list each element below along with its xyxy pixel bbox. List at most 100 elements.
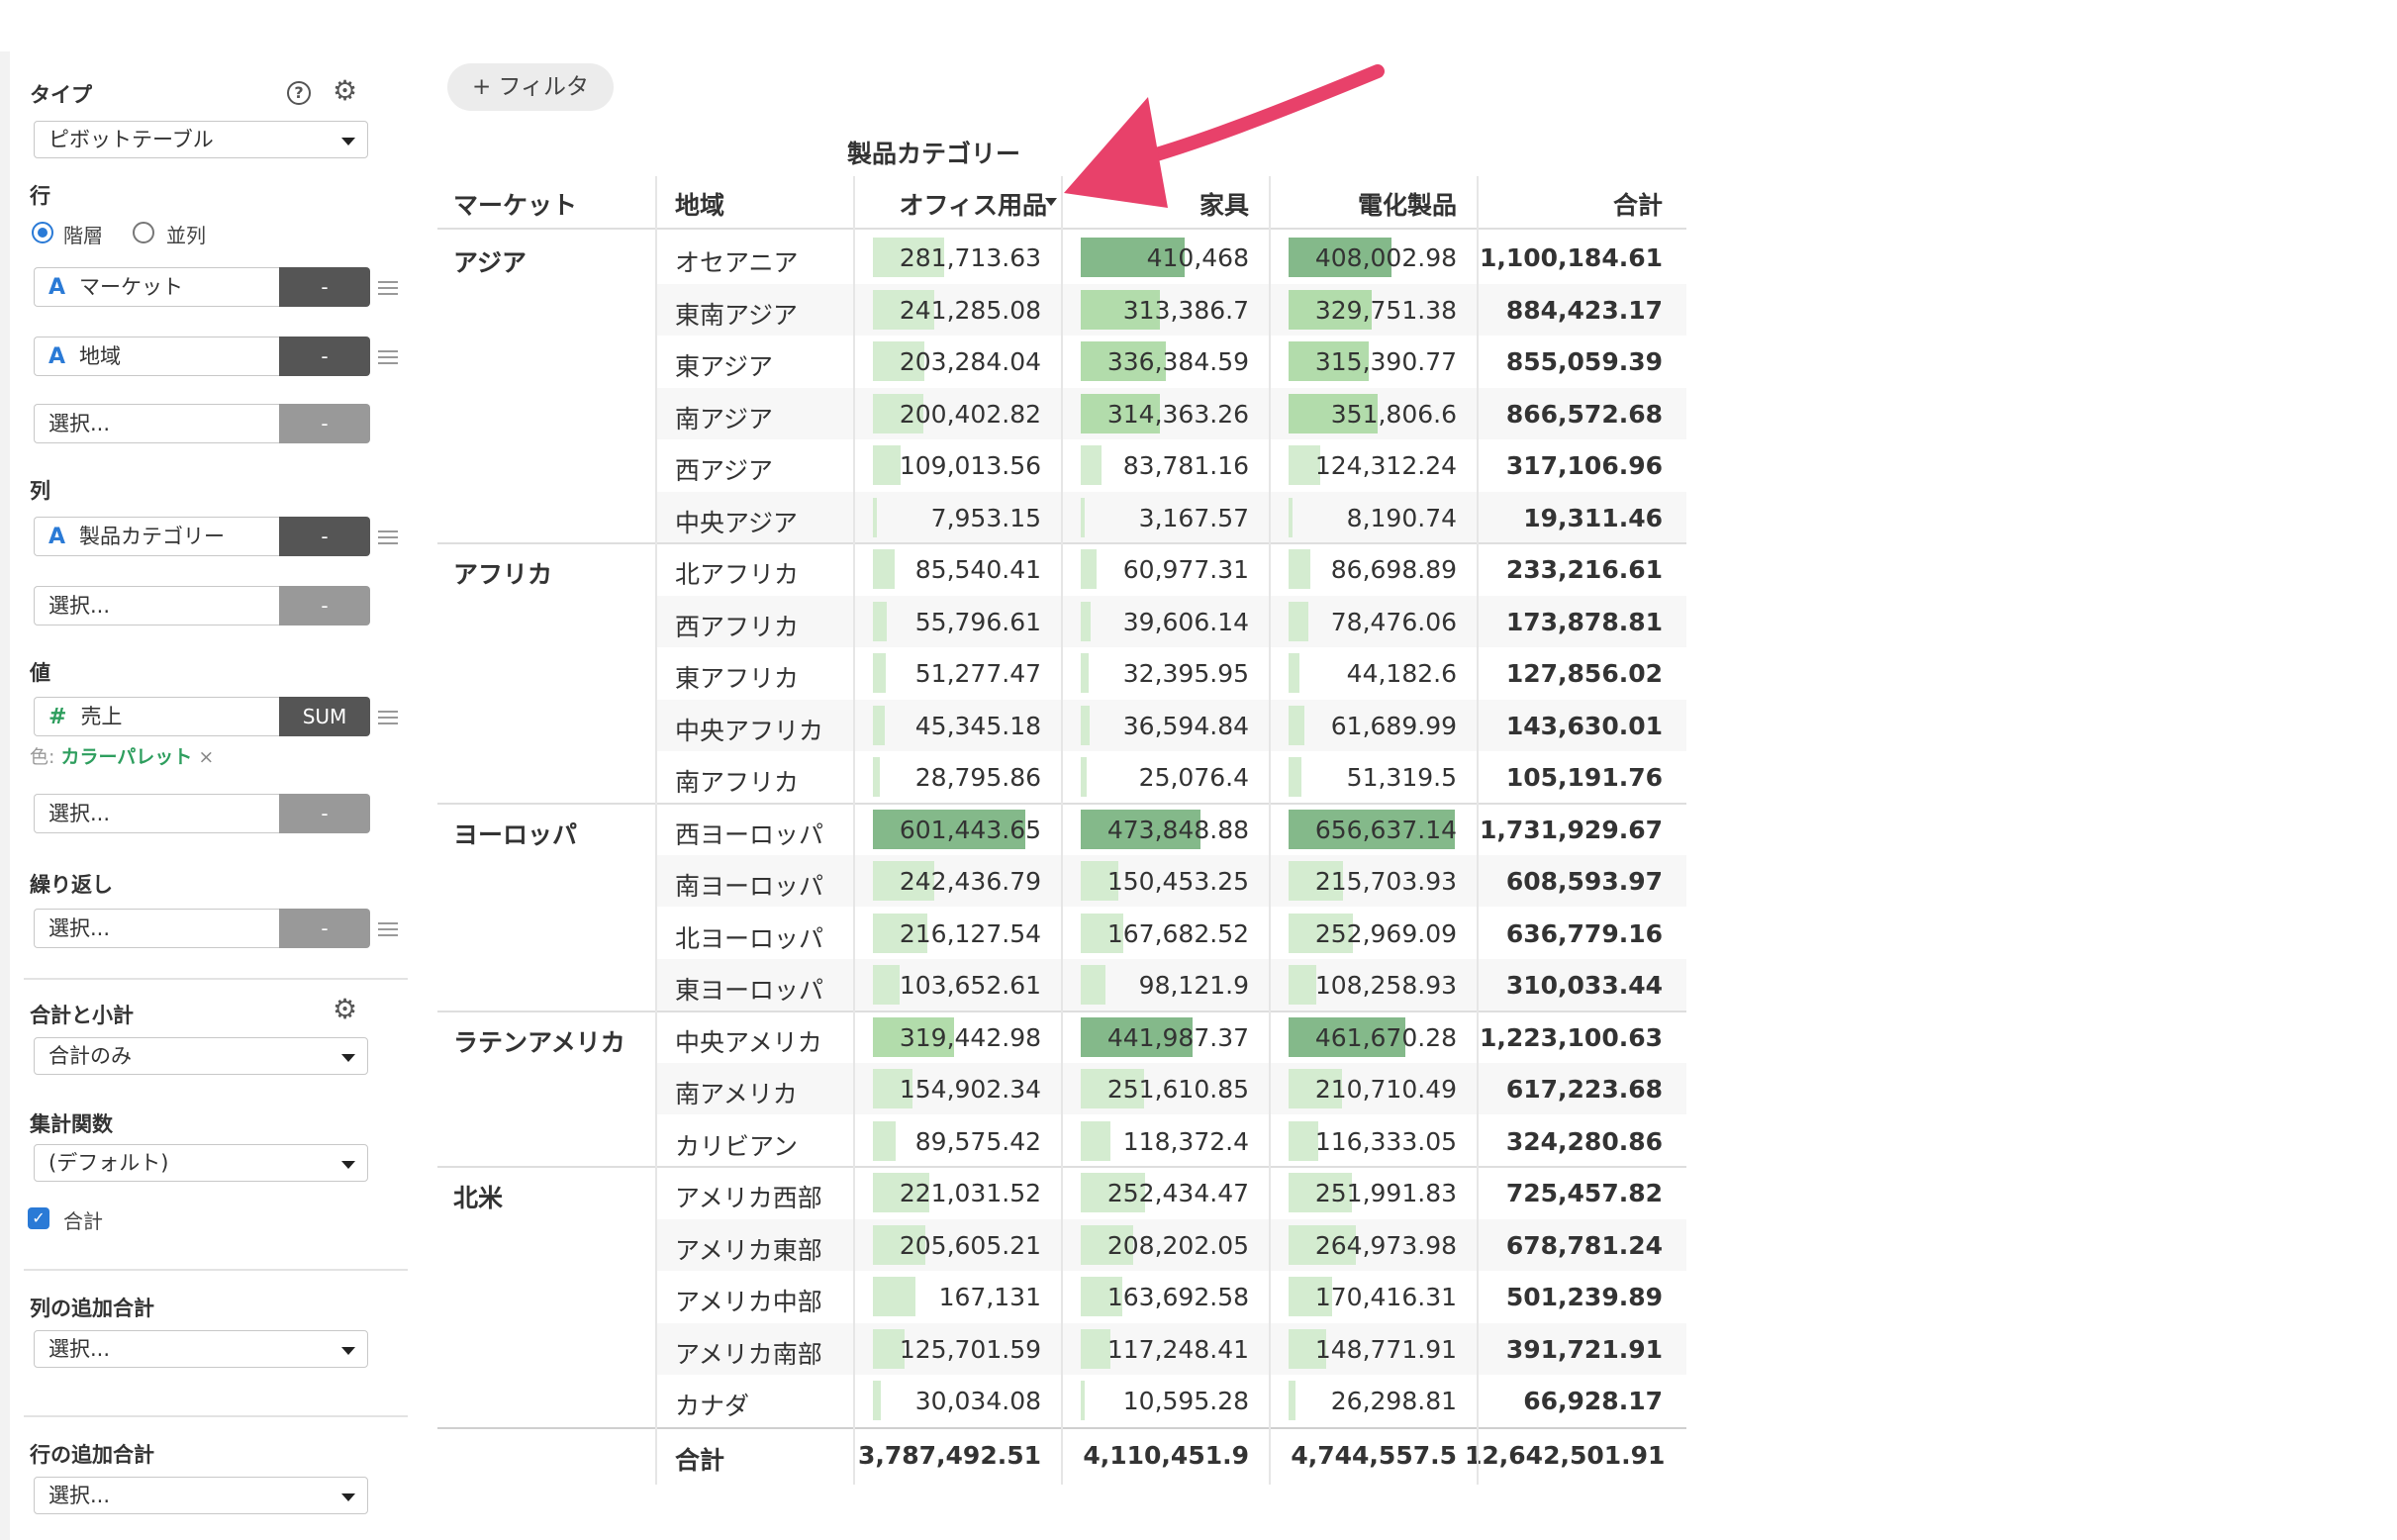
value-cell[interactable]: 116,333.05 bbox=[1269, 1127, 1457, 1156]
remove-field-button[interactable]: - bbox=[279, 794, 370, 833]
value-cell[interactable]: 55,796.61 bbox=[853, 608, 1041, 636]
drag-handle-icon[interactable] bbox=[378, 922, 398, 936]
sort-caret-down-icon[interactable] bbox=[1045, 198, 1057, 206]
remove-field-button[interactable]: - bbox=[279, 267, 370, 307]
value-cell[interactable]: 3,167.57 bbox=[1061, 504, 1249, 532]
value-cell[interactable]: 118,372.4 bbox=[1061, 1127, 1249, 1156]
value-cell[interactable]: 25,076.4 bbox=[1061, 763, 1249, 792]
value-cell[interactable]: 98,121.9 bbox=[1061, 971, 1249, 1000]
value-cell[interactable]: 163,692.58 bbox=[1061, 1283, 1249, 1311]
value-cell[interactable]: 410,468 bbox=[1061, 243, 1249, 272]
value-field-sales[interactable]: # 売上 SUM bbox=[34, 697, 370, 736]
value-cell[interactable]: 221,031.52 bbox=[853, 1179, 1041, 1207]
rows-mode-parallel-radio[interactable] bbox=[133, 222, 154, 243]
value-cell[interactable]: 125,701.59 bbox=[853, 1335, 1041, 1364]
totals-select[interactable]: 合計のみ bbox=[34, 1037, 368, 1075]
row-field-market[interactable]: A マーケット - bbox=[34, 267, 370, 307]
value-cell[interactable]: 89,575.42 bbox=[853, 1127, 1041, 1156]
color-palette-link[interactable]: カラーパレット bbox=[60, 746, 192, 768]
value-cell[interactable]: 78,476.06 bbox=[1269, 608, 1457, 636]
value-cell[interactable]: 83,781.16 bbox=[1061, 451, 1249, 480]
repeat-field-empty[interactable]: 選択... - bbox=[34, 909, 370, 948]
gear-icon[interactable]: ⚙ bbox=[333, 996, 357, 1023]
value-cell[interactable]: 210,710.49 bbox=[1269, 1075, 1457, 1104]
header-office[interactable]: オフィス用品 bbox=[853, 186, 1047, 222]
value-cell[interactable]: 103,652.61 bbox=[853, 971, 1041, 1000]
remove-field-button[interactable]: - bbox=[279, 404, 370, 443]
value-cell[interactable]: 28,795.86 bbox=[853, 763, 1041, 792]
value-cell[interactable]: 51,277.47 bbox=[853, 659, 1041, 688]
gear-icon[interactable]: ⚙ bbox=[333, 77, 357, 105]
drag-handle-icon[interactable] bbox=[378, 350, 398, 364]
remove-field-button[interactable]: - bbox=[279, 586, 370, 626]
row-field-empty[interactable]: 選択... - bbox=[34, 404, 370, 443]
value-cell[interactable]: 148,771.91 bbox=[1269, 1335, 1457, 1364]
header-region[interactable]: 地域 bbox=[675, 186, 724, 222]
value-cell[interactable]: 36,594.84 bbox=[1061, 712, 1249, 740]
value-cell[interactable]: 208,202.05 bbox=[1061, 1231, 1249, 1260]
value-cell[interactable]: 150,453.25 bbox=[1061, 867, 1249, 896]
value-cell[interactable]: 32,395.95 bbox=[1061, 659, 1249, 688]
value-cell[interactable]: 281,713.63 bbox=[853, 243, 1041, 272]
value-cell[interactable]: 461,670.28 bbox=[1269, 1023, 1457, 1052]
value-cell[interactable]: 124,312.24 bbox=[1269, 451, 1457, 480]
value-cell[interactable]: 203,284.04 bbox=[853, 347, 1041, 376]
type-select[interactable]: ピボットテーブル bbox=[34, 121, 368, 158]
value-cell[interactable]: 242,436.79 bbox=[853, 867, 1041, 896]
value-cell[interactable]: 329,751.38 bbox=[1269, 296, 1457, 325]
column-field-category[interactable]: A 製品カテゴリー - bbox=[34, 517, 370, 556]
value-cell[interactable]: 86,698.89 bbox=[1269, 555, 1457, 584]
value-cell[interactable]: 51,319.5 bbox=[1269, 763, 1457, 792]
value-cell[interactable]: 241,285.08 bbox=[853, 296, 1041, 325]
value-cell[interactable]: 336,384.59 bbox=[1061, 347, 1249, 376]
value-cell[interactable]: 473,848.88 bbox=[1061, 816, 1249, 844]
remove-field-button[interactable]: - bbox=[279, 337, 370, 376]
value-cell[interactable]: 167,131 bbox=[853, 1283, 1041, 1311]
value-cell[interactable]: 351,806.6 bbox=[1269, 400, 1457, 429]
value-field-empty[interactable]: 選択... - bbox=[34, 794, 370, 833]
value-cell[interactable]: 117,248.41 bbox=[1061, 1335, 1249, 1364]
value-cell[interactable]: 251,610.85 bbox=[1061, 1075, 1249, 1104]
add-filter-button[interactable]: + フィルタ bbox=[447, 63, 614, 111]
value-cell[interactable]: 408,002.98 bbox=[1269, 243, 1457, 272]
value-cell[interactable]: 109,013.56 bbox=[853, 451, 1041, 480]
value-cell[interactable]: 252,969.09 bbox=[1269, 919, 1457, 948]
header-electronics[interactable]: 電化製品 bbox=[1289, 186, 1457, 222]
remove-field-button[interactable]: - bbox=[279, 517, 370, 556]
total-checkbox[interactable]: ✓ bbox=[28, 1207, 49, 1229]
value-cell[interactable]: 108,258.93 bbox=[1269, 971, 1457, 1000]
drag-handle-icon[interactable] bbox=[378, 711, 398, 724]
value-cell[interactable]: 10,595.28 bbox=[1061, 1387, 1249, 1415]
value-cell[interactable]: 216,127.54 bbox=[853, 919, 1041, 948]
value-cell[interactable]: 26,298.81 bbox=[1269, 1387, 1457, 1415]
value-cell[interactable]: 315,390.77 bbox=[1269, 347, 1457, 376]
color-remove-icon[interactable]: × bbox=[198, 746, 214, 768]
value-cell[interactable]: 656,637.14 bbox=[1269, 816, 1457, 844]
value-cell[interactable]: 252,434.47 bbox=[1061, 1179, 1249, 1207]
header-market[interactable]: マーケット bbox=[453, 186, 577, 222]
value-cell[interactable]: 60,977.31 bbox=[1061, 555, 1249, 584]
value-cell[interactable]: 154,902.34 bbox=[853, 1075, 1041, 1104]
aggregation-button[interactable]: SUM bbox=[279, 697, 370, 736]
value-cell[interactable]: 85,540.41 bbox=[853, 555, 1041, 584]
drag-handle-icon[interactable] bbox=[378, 281, 398, 295]
value-cell[interactable]: 61,689.99 bbox=[1269, 712, 1457, 740]
column-extra-total-select[interactable]: 選択... bbox=[34, 1330, 368, 1368]
value-cell[interactable]: 215,703.93 bbox=[1269, 867, 1457, 896]
row-field-region[interactable]: A 地域 - bbox=[34, 337, 370, 376]
value-cell[interactable]: 39,606.14 bbox=[1061, 608, 1249, 636]
rows-mode-hierarchy-radio[interactable] bbox=[32, 222, 53, 243]
row-extra-total-select[interactable]: 選択... bbox=[34, 1477, 368, 1514]
value-cell[interactable]: 170,416.31 bbox=[1269, 1283, 1457, 1311]
value-cell[interactable]: 30,034.08 bbox=[853, 1387, 1041, 1415]
value-cell[interactable]: 45,345.18 bbox=[853, 712, 1041, 740]
value-cell[interactable]: 601,443.65 bbox=[853, 816, 1041, 844]
value-cell[interactable]: 7,953.15 bbox=[853, 504, 1041, 532]
help-icon[interactable]: ? bbox=[287, 81, 311, 105]
value-cell[interactable]: 319,442.98 bbox=[853, 1023, 1041, 1052]
remove-field-button[interactable]: - bbox=[279, 909, 370, 948]
value-cell[interactable]: 167,682.52 bbox=[1061, 919, 1249, 948]
value-cell[interactable]: 314,363.26 bbox=[1061, 400, 1249, 429]
value-cell[interactable]: 44,182.6 bbox=[1269, 659, 1457, 688]
column-field-empty[interactable]: 選択... - bbox=[34, 586, 370, 626]
